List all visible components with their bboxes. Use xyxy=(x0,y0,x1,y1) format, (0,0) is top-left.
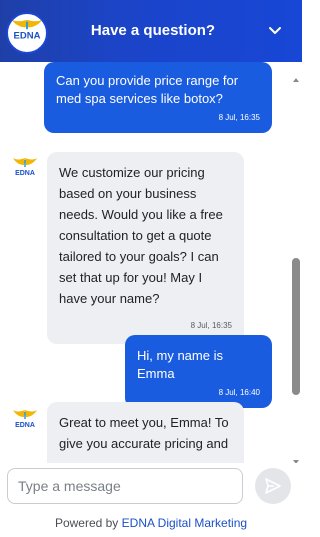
message-text: Great to meet you, Emma! To give you acc… xyxy=(59,415,229,451)
scroll-down-arrow-icon[interactable] xyxy=(293,452,299,464)
composer: Powered by EDNA Digital Marketing xyxy=(0,463,302,537)
send-button[interactable] xyxy=(255,468,291,504)
chat-header: EDNA Have a question? xyxy=(0,0,302,62)
message-text: We customize our pricing based on your b… xyxy=(59,165,223,306)
brand-link[interactable]: EDNA Digital Marketing xyxy=(122,516,247,530)
scrollbar-thumb[interactable] xyxy=(292,258,300,395)
bot-avatar: EDNA xyxy=(10,154,40,184)
powered-by: Powered by EDNA Digital Marketing xyxy=(0,516,302,530)
message-timestamp: 8 Jul, 16:35 xyxy=(218,113,260,122)
message-timestamp: 8 Jul, 16:40 xyxy=(218,388,260,397)
chevron-down-icon[interactable] xyxy=(268,24,282,38)
message-input[interactable] xyxy=(7,468,243,504)
message-text: Hi, my name is Emma xyxy=(137,348,223,381)
user-message: Can you provide price range for med spa … xyxy=(44,62,272,133)
powered-by-prefix: Powered by xyxy=(54,516,119,530)
bot-message: Great to meet you, Emma! To give you acc… xyxy=(47,402,244,463)
svg-text:EDNA: EDNA xyxy=(15,422,35,429)
bot-message: We customize our pricing based on your b… xyxy=(47,152,244,344)
scroll-up-arrow-icon[interactable] xyxy=(293,70,299,82)
message-text: Can you provide price range for med spa … xyxy=(56,73,239,106)
message-timestamp: 8 Jul, 16:35 xyxy=(190,321,232,330)
svg-text:EDNA: EDNA xyxy=(15,170,35,177)
user-message: Hi, my name is Emma 8 Jul, 16:40 xyxy=(125,335,272,408)
bot-avatar: EDNA xyxy=(10,406,40,436)
message-list[interactable]: Can you provide price range for med spa … xyxy=(0,62,302,463)
send-icon xyxy=(265,478,281,494)
chat-title: Have a question? xyxy=(90,22,216,39)
